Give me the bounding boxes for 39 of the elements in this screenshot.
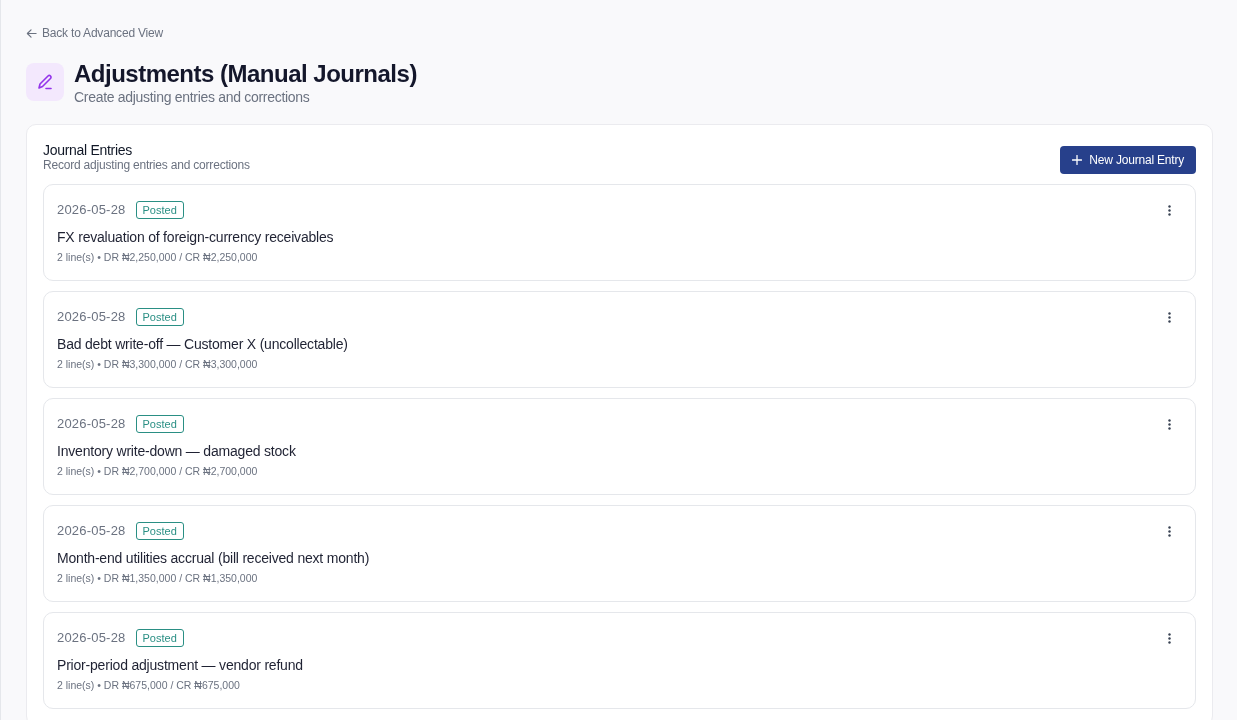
page-title: Adjustments (Manual Journals)	[74, 59, 417, 89]
journal-entry-card[interactable]: 2026-05-28 Posted Prior-period adjustment — vendor refund 2 line(s) • DR ₦675,000 / CR ₦675,000	[43, 612, 1196, 709]
entry-date: 2026-05-28	[57, 629, 126, 648]
vertical-dots-icon	[1167, 311, 1171, 323]
entry-date: 2026-05-28	[57, 308, 126, 327]
panel-subtitle: Record adjusting entries and corrections	[43, 159, 250, 171]
arrow-left-icon	[26, 27, 37, 39]
journal-entry-card[interactable]: 2026-05-28 Posted Month-end utilities accrual (bill received next month) 2 line(s) • DR ₦1,350,000 / CR ₦1,350,000	[43, 505, 1196, 602]
entry-title: FX revaluation of foreign-currency receivables	[57, 228, 335, 246]
journal-entry-card[interactable]: 2026-05-28 Posted Bad debt write-off — Customer X (uncollectable) 2 line(s) • DR ₦3,300,000 / CR ₦3,300,000	[43, 291, 1196, 388]
entry-date: 2026-05-28	[57, 522, 126, 541]
entry-title: Inventory write-down — damaged stock	[57, 442, 297, 460]
entry-title: Bad debt write-off — Customer X (uncollectable)	[57, 335, 349, 353]
entry-summary: 2 line(s) • DR ₦675,000 / CR ₦675,000	[57, 679, 241, 692]
entry-summary: 2 line(s) • DR ₦2,700,000 / CR ₦2,700,000	[57, 465, 259, 478]
status-badge: Posted	[135, 308, 184, 326]
page-subtitle: Create adjusting entries and corrections	[74, 89, 311, 105]
journal-entry-card[interactable]: 2026-05-28 Posted Inventory write-down — damaged stock 2 line(s) • DR ₦2,700,000 / CR ₦2,700,000	[43, 398, 1196, 495]
vertical-dots-icon	[1167, 525, 1171, 537]
status-badge: Posted	[135, 201, 184, 219]
pencil-icon	[26, 63, 64, 101]
vertical-dots-icon	[1167, 204, 1171, 216]
entry-summary: 2 line(s) • DR ₦1,350,000 / CR ₦1,350,000	[57, 572, 259, 585]
entry-summary: 2 line(s) • DR ₦3,300,000 / CR ₦3,300,000	[57, 358, 259, 371]
journal-entry-card[interactable]: 2026-05-28 Posted FX revaluation of foreign-currency receivables 2 line(s) • DR ₦2,250,000 / CR ₦2,250,000	[43, 184, 1196, 281]
back-link[interactable]: Back to Advanced View	[26, 24, 163, 42]
status-badge: Posted	[135, 522, 184, 540]
vertical-dots-icon	[1167, 632, 1171, 644]
plus-icon	[1072, 155, 1083, 165]
panel-title: Journal Entries	[43, 141, 133, 159]
status-badge: Posted	[135, 415, 184, 433]
status-badge: Posted	[135, 629, 184, 647]
entry-summary: 2 line(s) • DR ₦2,250,000 / CR ₦2,250,000	[57, 251, 259, 264]
vertical-dots-icon	[1167, 418, 1171, 430]
entry-date: 2026-05-28	[57, 415, 126, 434]
entry-date: 2026-05-28	[57, 201, 126, 220]
new-journal-entry-button[interactable]: New Journal Entry	[1060, 146, 1196, 174]
entry-title: Prior-period adjustment — vendor refund	[57, 656, 304, 674]
entry-title: Month-end utilities accrual (bill received next month)	[57, 549, 371, 567]
